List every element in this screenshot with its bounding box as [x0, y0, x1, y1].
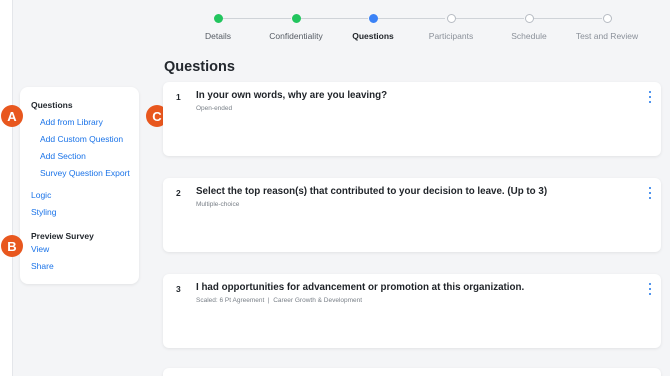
- step-details[interactable]: Details: [178, 13, 258, 41]
- step-label: Schedule: [511, 31, 547, 41]
- question-number: 3: [176, 284, 181, 294]
- step-pending-dot-icon: [446, 14, 456, 23]
- step-pending-dot-icon: [524, 14, 534, 23]
- view-preview-link[interactable]: View: [31, 244, 49, 254]
- callout-badge-a: A: [1, 105, 23, 127]
- step-label: Participants: [428, 31, 474, 41]
- logic-link[interactable]: Logic: [31, 190, 51, 200]
- question-card[interactable]: 3 I had opportunities for advancement or…: [163, 274, 661, 348]
- add-from-library-link[interactable]: Add from Library: [40, 117, 103, 127]
- callout-badge-b: B: [1, 235, 23, 257]
- question-title: Select the top reason(s) that contribute…: [196, 186, 548, 197]
- step-confidentiality[interactable]: Confidentiality: [256, 13, 336, 41]
- question-card[interactable]: 1 In your own words, why are you leaving…: [163, 82, 661, 156]
- sidebar-panel: Questions Add from Library Add Custom Qu…: [20, 87, 139, 284]
- step-label: Confidentiality: [269, 31, 323, 41]
- step-questions[interactable]: Questions: [333, 13, 413, 41]
- step-label: Test and Review: [575, 31, 639, 41]
- survey-question-export-link[interactable]: Survey Question Export: [40, 168, 130, 178]
- question-number: 2: [176, 188, 181, 198]
- question-title: I had opportunities for advancement or p…: [196, 282, 525, 293]
- step-complete-dot-icon: [291, 14, 301, 23]
- step-label: Details: [205, 31, 231, 41]
- styling-link[interactable]: Styling: [31, 207, 57, 217]
- step-test-and-review[interactable]: Test and Review: [567, 13, 647, 41]
- kebab-menu-icon[interactable]: [648, 283, 652, 295]
- progress-stepper: Details Confidentiality Questions Partic…: [190, 13, 660, 43]
- left-edge-panel: [0, 0, 13, 376]
- share-preview-link[interactable]: Share: [31, 261, 54, 271]
- question-type: Multiple-choice: [196, 201, 240, 208]
- question-type: Open-ended: [196, 105, 233, 112]
- question-number: 1: [176, 92, 181, 102]
- question-card[interactable]: 2 Select the top reason(s) that contribu…: [163, 178, 661, 252]
- step-current-dot-icon: [368, 14, 378, 23]
- add-custom-question-link[interactable]: Add Custom Question: [40, 134, 123, 144]
- step-participants[interactable]: Participants: [411, 13, 491, 41]
- kebab-menu-icon[interactable]: [648, 187, 652, 199]
- kebab-menu-icon[interactable]: [648, 91, 652, 103]
- question-type: Scaled: 6 Pt Agreement | Career Growth &…: [196, 297, 363, 304]
- step-pending-dot-icon: [602, 14, 612, 23]
- step-complete-dot-icon: [213, 14, 223, 23]
- add-section-link[interactable]: Add Section: [40, 151, 86, 161]
- page-title: Questions: [164, 59, 235, 75]
- question-title: In your own words, why are you leaving?: [196, 90, 388, 101]
- sidebar-heading-questions: Questions: [31, 100, 73, 110]
- step-label: Questions: [352, 31, 394, 41]
- sidebar-heading-preview-survey: Preview Survey: [31, 231, 94, 241]
- question-card[interactable]: [163, 368, 661, 376]
- step-schedule[interactable]: Schedule: [489, 13, 569, 41]
